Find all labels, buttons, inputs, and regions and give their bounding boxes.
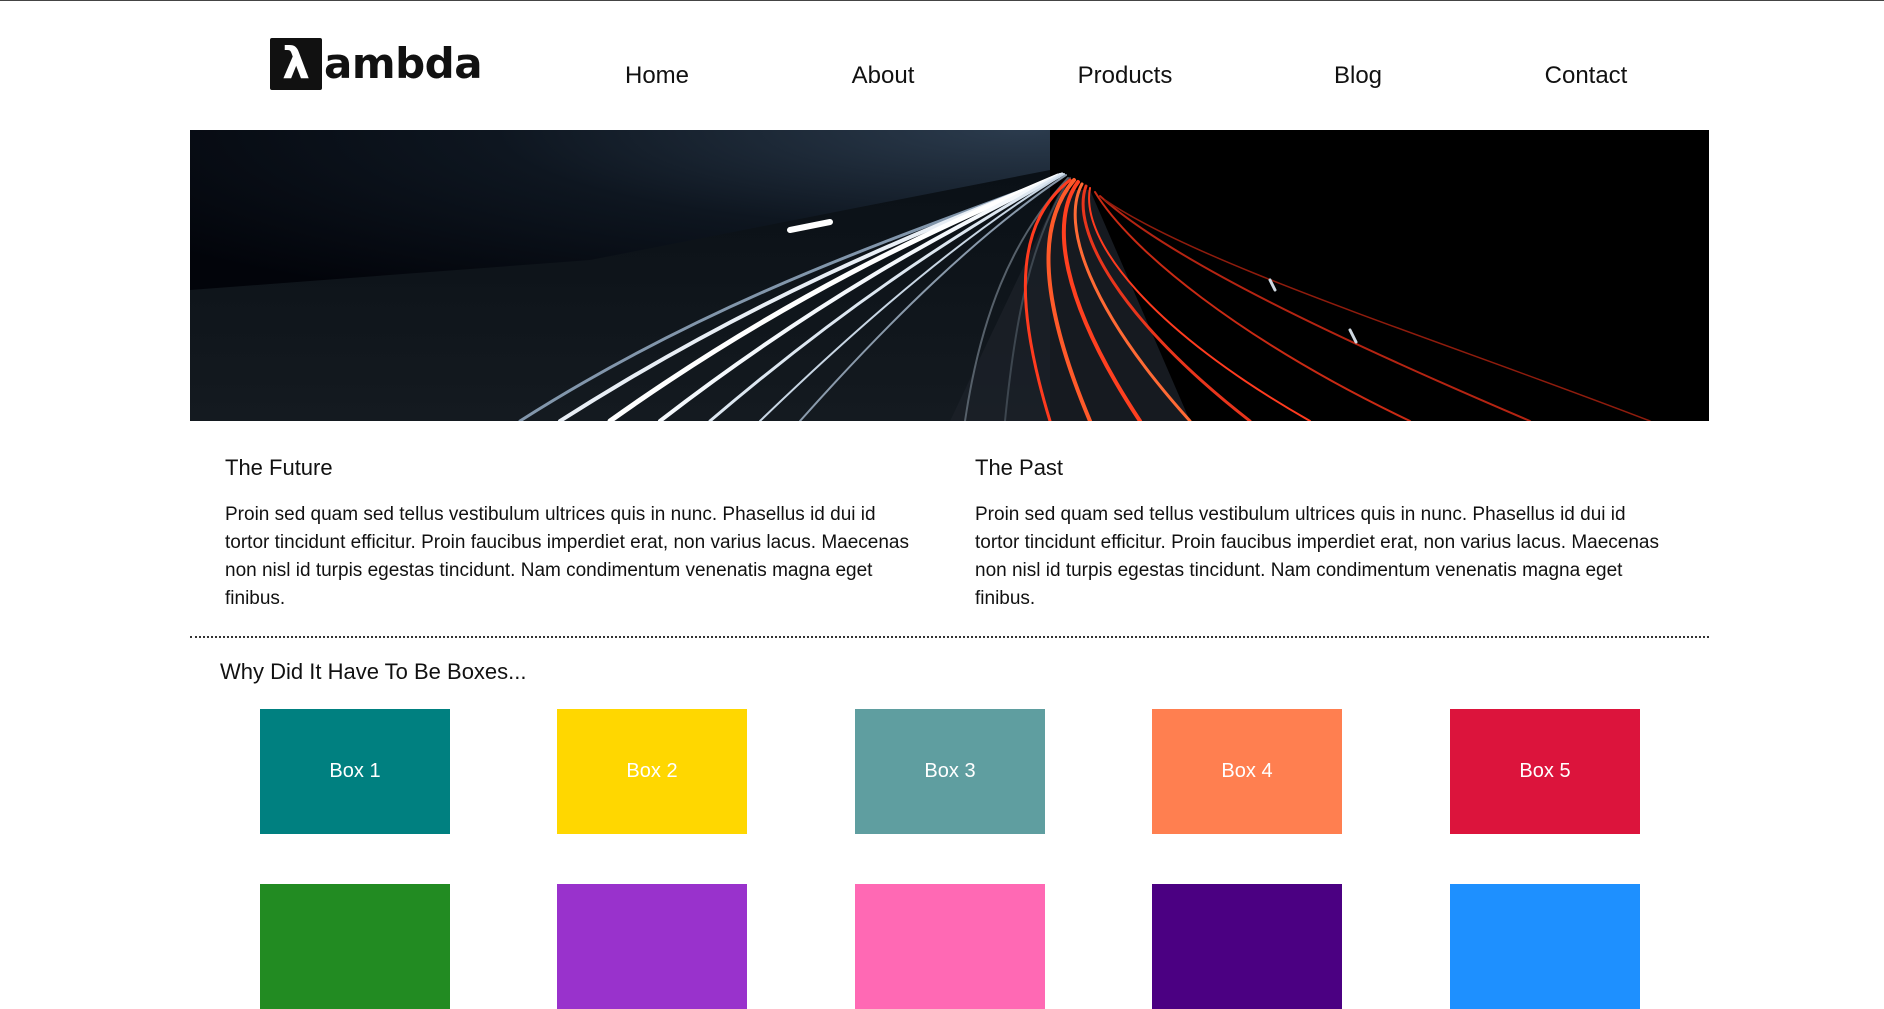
boxes-section-title: Why Did It Have To Be Boxes... — [220, 659, 527, 684]
column-title: The Past — [975, 455, 1064, 480]
nav-blog[interactable]: Blog — [1334, 64, 1382, 88]
dotted-divider — [190, 636, 1709, 638]
box-2: Box 2 — [557, 709, 747, 834]
box-5: Box 5 — [1450, 709, 1640, 834]
nav-home[interactable]: Home — [625, 64, 689, 88]
nav-products[interactable]: Products — [1078, 64, 1173, 88]
site-header: λ ambda Home About Products Blog Contact — [190, 0, 1709, 130]
logo[interactable]: λ ambda — [270, 38, 483, 90]
column-body: Proin sed quam sed tellus vestibulum ult… — [975, 504, 1659, 609]
box-9 — [1152, 884, 1342, 1009]
box-8 — [855, 884, 1045, 1009]
box-1: Box 1 — [260, 709, 450, 834]
column-title: The Future — [225, 455, 333, 480]
box-7 — [557, 884, 747, 1009]
column-body: Proin sed quam sed tellus vestibulum ult… — [225, 504, 909, 609]
content-columns: The Future Proin sed quam sed tellus ves… — [190, 421, 1709, 636]
lambda-logo-icon: λ — [270, 38, 322, 90]
nav-contact[interactable]: Contact — [1545, 64, 1628, 88]
box-6 — [260, 884, 450, 1009]
logo-text: ambda — [324, 39, 483, 88]
box-10 — [1450, 884, 1640, 1009]
box-3: Box 3 — [855, 709, 1045, 834]
highway-light-trails-image — [190, 130, 1709, 421]
box-4: Box 4 — [1152, 709, 1342, 834]
nav-about[interactable]: About — [852, 64, 915, 88]
hero-image — [190, 130, 1709, 421]
